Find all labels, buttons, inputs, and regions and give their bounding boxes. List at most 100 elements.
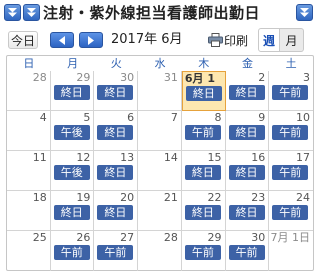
day-number[interactable]: 8: [215, 111, 222, 125]
day-number[interactable]: 27: [120, 231, 134, 245]
day-cell[interactable]: 28: [7, 71, 51, 111]
next-month-button[interactable]: [79, 32, 103, 48]
day-cell[interactable]: 4: [7, 111, 51, 151]
event-chip[interactable]: 終日: [97, 85, 134, 100]
day-cell[interactable]: 22 終日: [181, 191, 226, 231]
event-chip[interactable]: 午前: [272, 125, 309, 140]
day-number[interactable]: 14: [164, 151, 178, 165]
day-number[interactable]: 24: [296, 191, 310, 205]
day-cell[interactable]: 26 午前: [51, 231, 95, 271]
event-chip[interactable]: 午前: [272, 205, 309, 220]
day-cell[interactable]: 8 午前: [181, 111, 226, 151]
event-chip[interactable]: 終日: [228, 85, 265, 100]
day-cell[interactable]: 15 終日: [181, 151, 226, 191]
day-number[interactable]: 28: [164, 231, 178, 245]
event-chip[interactable]: 終日: [97, 165, 134, 180]
day-number[interactable]: 7: [171, 111, 178, 125]
day-number[interactable]: 11: [33, 151, 47, 165]
day-number[interactable]: 30: [120, 71, 134, 85]
prev-month-button[interactable]: [50, 32, 74, 48]
day-number[interactable]: 29: [76, 71, 90, 85]
day-cell[interactable]: 7: [138, 111, 182, 151]
day-number[interactable]: 19: [76, 191, 90, 205]
event-chip[interactable]: 午前: [272, 165, 309, 180]
day-cell[interactable]: 30 終日: [94, 71, 139, 111]
event-chip[interactable]: 午前: [97, 245, 134, 260]
tab-week[interactable]: 週: [258, 28, 280, 52]
day-cell[interactable]: 9 終日: [225, 111, 270, 151]
day-cell[interactable]: 19 終日: [50, 191, 95, 231]
event-chip[interactable]: 午前: [228, 245, 265, 260]
day-cell[interactable]: 18: [7, 191, 51, 231]
day-number[interactable]: 5: [83, 111, 90, 125]
event-chip[interactable]: 終日: [53, 85, 90, 100]
day-number[interactable]: 3: [303, 71, 310, 85]
day-cell[interactable]: 12 午後: [50, 151, 95, 191]
day-cell[interactable]: 5 午後: [50, 111, 95, 151]
event-chip[interactable]: 午前: [184, 245, 221, 260]
day-number[interactable]: 29: [208, 231, 222, 245]
day-cell[interactable]: 17 午前: [269, 151, 313, 191]
day-cell[interactable]: 2 終日: [225, 71, 270, 111]
event-chip[interactable]: 午前: [53, 245, 90, 260]
day-cell[interactable]: 3 午前: [269, 71, 313, 111]
event-chip[interactable]: 午後: [53, 165, 90, 180]
day-number[interactable]: 12: [76, 151, 90, 165]
day-number[interactable]: 23: [251, 191, 265, 205]
day-number[interactable]: 31: [164, 71, 178, 85]
event-chip[interactable]: 午後: [53, 125, 90, 140]
day-cell[interactable]: 28: [138, 231, 182, 271]
print-button[interactable]: 印刷: [208, 30, 248, 50]
day-cell[interactable]: 27 午前: [94, 231, 139, 271]
event-chip[interactable]: 午前: [184, 125, 221, 140]
day-number[interactable]: 10: [296, 111, 310, 125]
day-number[interactable]: 18: [33, 191, 47, 205]
day-cell[interactable]: 24 午前: [269, 191, 313, 231]
event-chip[interactable]: 終日: [97, 205, 134, 220]
today-button[interactable]: 今日: [8, 31, 38, 49]
event-chip[interactable]: 終日: [53, 205, 90, 220]
day-cell[interactable]: 23 終日: [225, 191, 270, 231]
tab-month[interactable]: 月: [280, 28, 304, 52]
event-chip[interactable]: 終日: [228, 205, 265, 220]
expand-all-button[interactable]: [23, 4, 40, 21]
day-cell[interactable]: 29 午前: [182, 231, 226, 271]
event-chip[interactable]: 終日: [228, 165, 265, 180]
day-cell[interactable]: 14: [138, 151, 182, 191]
day-cell[interactable]: 6月 1日終日: [181, 71, 226, 111]
day-number[interactable]: 28: [33, 71, 47, 85]
event-chip[interactable]: 終日: [185, 86, 222, 101]
event-chip[interactable]: 終日: [97, 125, 134, 140]
day-number[interactable]: 25: [33, 231, 47, 245]
day-cell[interactable]: 29 終日: [50, 71, 95, 111]
day-number[interactable]: 2: [258, 71, 265, 85]
day-cell[interactable]: 7月 1日: [269, 231, 313, 271]
day-cell[interactable]: 25: [7, 231, 51, 271]
day-cell[interactable]: 11: [7, 151, 51, 191]
day-number[interactable]: 13: [120, 151, 134, 165]
event-chip[interactable]: 終日: [184, 165, 221, 180]
day-number[interactable]: 4: [40, 111, 47, 125]
day-number[interactable]: 17: [296, 151, 310, 165]
day-number[interactable]: 22: [208, 191, 222, 205]
day-cell[interactable]: 30 午前: [226, 231, 270, 271]
day-number[interactable]: 30: [251, 231, 265, 245]
day-number[interactable]: 7月 1日: [270, 231, 310, 245]
day-number[interactable]: 26: [76, 231, 90, 245]
event-chip[interactable]: 終日: [228, 125, 265, 140]
day-cell[interactable]: 13 終日: [94, 151, 139, 191]
day-cell[interactable]: 31: [138, 71, 182, 111]
day-number[interactable]: 20: [120, 191, 134, 205]
collapse-all-button[interactable]: [4, 4, 21, 21]
day-number[interactable]: 21: [164, 191, 178, 205]
day-cell[interactable]: 16 終日: [225, 151, 270, 191]
day-cell[interactable]: 10 午前: [269, 111, 313, 151]
day-cell[interactable]: 6 終日: [94, 111, 139, 151]
event-chip[interactable]: 午前: [272, 85, 309, 100]
day-cell[interactable]: 20 終日: [94, 191, 139, 231]
day-number[interactable]: 6: [127, 111, 134, 125]
day-cell[interactable]: 21: [138, 191, 182, 231]
day-number[interactable]: 9: [258, 111, 265, 125]
day-number[interactable]: 16: [251, 151, 265, 165]
day-number[interactable]: 15: [208, 151, 222, 165]
